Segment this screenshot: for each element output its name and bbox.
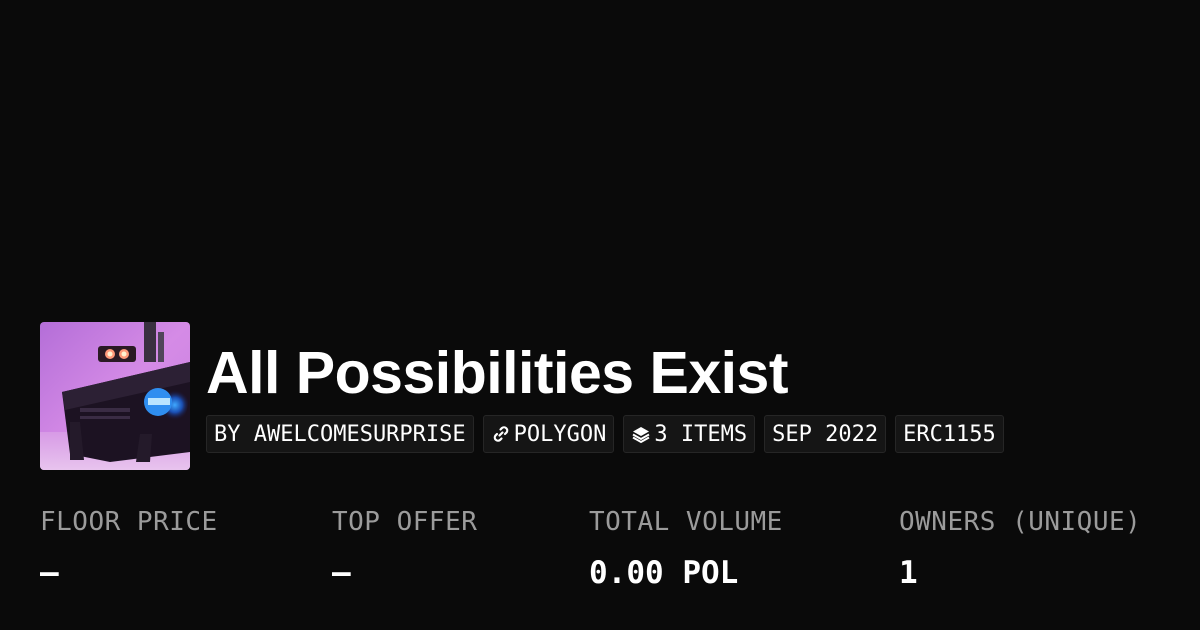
creator-label: BY AWELCOMESURPRISE bbox=[214, 421, 466, 447]
date-tag: SEP 2022 bbox=[764, 415, 887, 453]
link-icon bbox=[491, 424, 511, 444]
items-tag[interactable]: 3 ITEMS bbox=[623, 415, 756, 453]
top-offer-value: – bbox=[332, 555, 351, 591]
layers-icon bbox=[631, 424, 651, 444]
chain-label: POLYGON bbox=[513, 421, 607, 447]
total-volume-stat: TOTAL VOLUME 0.00 POL bbox=[589, 505, 783, 591]
creator-tag[interactable]: BY AWELCOMESURPRISE bbox=[206, 415, 474, 453]
date-label: SEP 2022 bbox=[772, 421, 879, 447]
floor-price-stat: FLOOR PRICE – bbox=[40, 505, 218, 591]
top-offer-stat: TOP OFFER – bbox=[332, 505, 477, 591]
floor-price-value: – bbox=[40, 555, 59, 591]
standard-label: ERC1155 bbox=[903, 421, 996, 447]
collection-title: All Possibilities Exist bbox=[206, 340, 789, 406]
floor-price-label: FLOOR PRICE bbox=[40, 507, 218, 537]
chain-tag[interactable]: POLYGON bbox=[482, 415, 615, 453]
owners-label: OWNERS (UNIQUE) bbox=[899, 507, 1142, 537]
total-volume-value: 0.00 POL bbox=[589, 555, 739, 591]
standard-tag: ERC1155 bbox=[895, 415, 1004, 453]
owners-value: 1 bbox=[899, 555, 918, 591]
items-label: 3 ITEMS bbox=[654, 421, 748, 447]
collection-card: All Possibilities Exist BY AWELCOMESURPR… bbox=[0, 0, 1200, 630]
owners-stat: OWNERS (UNIQUE) 1 bbox=[899, 505, 1141, 591]
top-offer-label: TOP OFFER bbox=[332, 507, 478, 537]
total-volume-label: TOTAL VOLUME bbox=[589, 507, 783, 537]
collection-tags: BY AWELCOMESURPRISE POLYGON 3 ITEMS SEP … bbox=[206, 415, 1004, 453]
collection-thumbnail[interactable] bbox=[40, 322, 190, 470]
